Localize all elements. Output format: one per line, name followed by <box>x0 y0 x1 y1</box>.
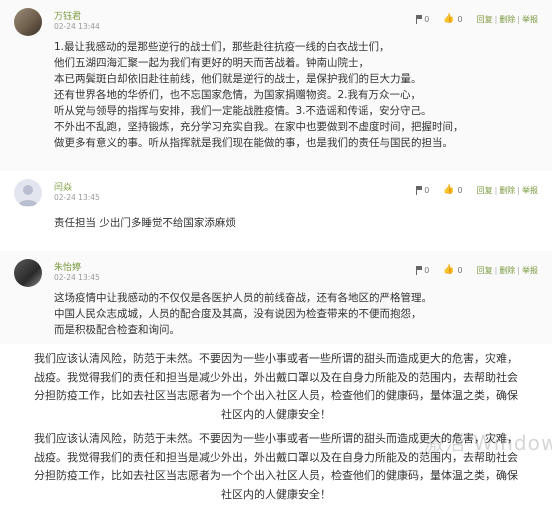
comment-line: 1.最让我感动的是那些逆行的战士们，那些赴往抗疫一线的白衣战士们， <box>54 41 390 53</box>
comment-time: 02-24 13:45 <box>54 273 100 282</box>
reply-link[interactable]: 回复 <box>477 14 493 25</box>
post-line: 我们应该认清风险，防范于未然。不要因为一些小事或者一些所谓的甜头而造成更大的危害… <box>34 352 518 365</box>
comment-line: 不外出不乱跑，坚持锻炼，充分学习充实自我。在家中也要做到不虚度时间，把握时间， <box>54 121 464 133</box>
thumbs-up-icon[interactable]: 👍 <box>443 185 454 195</box>
comment-author[interactable]: 朱怡婷 <box>54 260 81 273</box>
comment-author[interactable]: 闫焱 <box>54 180 72 193</box>
delete-link[interactable]: 删除 <box>499 185 515 196</box>
separator: | <box>517 185 520 195</box>
like-count: 0 <box>457 14 463 24</box>
flag-count: 0 <box>424 265 430 275</box>
reply-link[interactable]: 回复 <box>477 265 493 276</box>
comment-time: 02-24 13:45 <box>54 193 100 202</box>
post-line: 社区内的人健康安全！ <box>221 487 331 501</box>
comment-line: 而是积极配合检查和询问。 <box>54 324 180 336</box>
post-line: 分担防疫工作，比如去社区当志愿者为一个个出入社区人员，检查他们的健康码，量体温之… <box>34 389 518 402</box>
comment-line: 中国人民众志成城，人员的配合度及其高，没有说因为检查带来的不便而抱怨， <box>54 308 422 320</box>
post-line: 战疫。我觉得我们的责任和担当是减少外出，外出戴口罩以及在自身力所能及的范围内，去… <box>34 370 518 384</box>
separator: | <box>517 265 520 275</box>
comment-line: 他们五湖四海汇聚一起为我们有更好的明天而苦战着。钟南山院士， <box>54 57 369 69</box>
comment-line: 还有世界各地的华侨们，也不忘国家危情，为国家捐赠物资。2.我有万众一心， <box>54 89 422 101</box>
post-line: 战疫。我觉得我们的责任和担当是减少外出，外出戴口罩以及在自身力所能及的范围内，去… <box>34 450 518 464</box>
avatar[interactable] <box>14 179 42 207</box>
flag-count: 0 <box>424 185 430 195</box>
comment-body: 这场疫情中让我感动的不仅仅是各医护人员的前线奋战，还有各地区的严格管理。 中国人… <box>54 290 432 338</box>
post-text: 我们应该认清风险，防范于未然。不要因为一些小事或者一些所谓的甜头而造成更大的危害… <box>0 430 552 504</box>
report-flag-icon[interactable] <box>415 14 423 24</box>
comment-line: 这场疫情中让我感动的不仅仅是各医护人员的前线奋战，还有各地区的严格管理。 <box>54 292 432 304</box>
report-link[interactable]: 举报 <box>522 14 538 25</box>
comment-body: 责任担当 少出门多睡觉不给国家添麻烦 <box>54 215 236 231</box>
delete-link[interactable]: 删除 <box>499 265 515 276</box>
comment-actions: 0 👍 0 回复 | 删除 | 举报 <box>415 13 538 25</box>
comment-line: 责任担当 少出门多睡觉不给国家添麻烦 <box>54 217 236 229</box>
comment-2: 闫焱 02-24 13:45 0 👍 0 回复 | 删除 | 举报 责任担当 少… <box>0 171 552 251</box>
default-avatar-icon <box>18 185 38 206</box>
post-line: 社区内的人健康安全！ <box>221 407 331 421</box>
comment-actions: 0 👍 0 回复 | 删除 | 举报 <box>415 264 538 276</box>
separator: | <box>494 14 498 24</box>
flag-count: 0 <box>424 14 430 24</box>
like-count: 0 <box>457 185 463 195</box>
report-flag-icon[interactable] <box>415 185 423 195</box>
comment-line: 做更多有意义的事。听从指挥就是我们现在能做的事，也是我们的责任与国民的担当。 <box>54 137 453 149</box>
comment-time: 02-24 13:44 <box>54 22 100 31</box>
thumbs-up-icon[interactable]: 👍 <box>443 14 454 24</box>
separator: | <box>517 14 520 24</box>
report-link[interactable]: 举报 <box>522 265 538 276</box>
comment-line: 本已两鬓斑白却依旧赴往前线，他们就是逆行的战士，是保护我们的巨大力量。 <box>54 73 422 85</box>
comment-author[interactable]: 万钰君 <box>54 9 81 22</box>
delete-link[interactable]: 删除 <box>499 14 515 25</box>
post-line: 我们应该认清风险，防范于未然。不要因为一些小事或者一些所谓的甜头而造成更大的危害… <box>34 432 518 445</box>
post-text: 我们应该认清风险，防范于未然。不要因为一些小事或者一些所谓的甜头而造成更大的危害… <box>0 350 552 424</box>
like-count: 0 <box>457 265 463 275</box>
comment-actions: 0 👍 0 回复 | 删除 | 举报 <box>415 184 538 196</box>
report-link[interactable]: 举报 <box>522 185 538 196</box>
thumbs-up-icon[interactable]: 👍 <box>443 265 454 275</box>
comment-body: 1.最让我感动的是那些逆行的战士们，那些赴往抗疫一线的白衣战士们， 他们五湖四海… <box>54 39 464 151</box>
reply-link[interactable]: 回复 <box>477 185 493 196</box>
separator: | <box>494 265 498 275</box>
post-line: 分担防疫工作，比如去社区当志愿者为一个个出入社区人员，检查他们的健康码，量体温之… <box>34 469 518 482</box>
separator: | <box>494 185 498 195</box>
comment-line: 听从党与领导的指挥与安排，我们一定能战胜疫情。3.不造谣和传谣，安分守己。 <box>54 105 432 117</box>
comment-1: 万钰君 02-24 13:44 0 👍 0 回复 | 删除 | 举报 1.最让我… <box>0 0 552 171</box>
comment-3: 朱怡婷 02-24 13:45 0 👍 0 回复 | 删除 | 举报 这场疫情中… <box>0 251 552 344</box>
report-flag-icon[interactable] <box>415 265 423 275</box>
avatar[interactable] <box>14 259 42 287</box>
avatar[interactable] <box>14 8 42 36</box>
